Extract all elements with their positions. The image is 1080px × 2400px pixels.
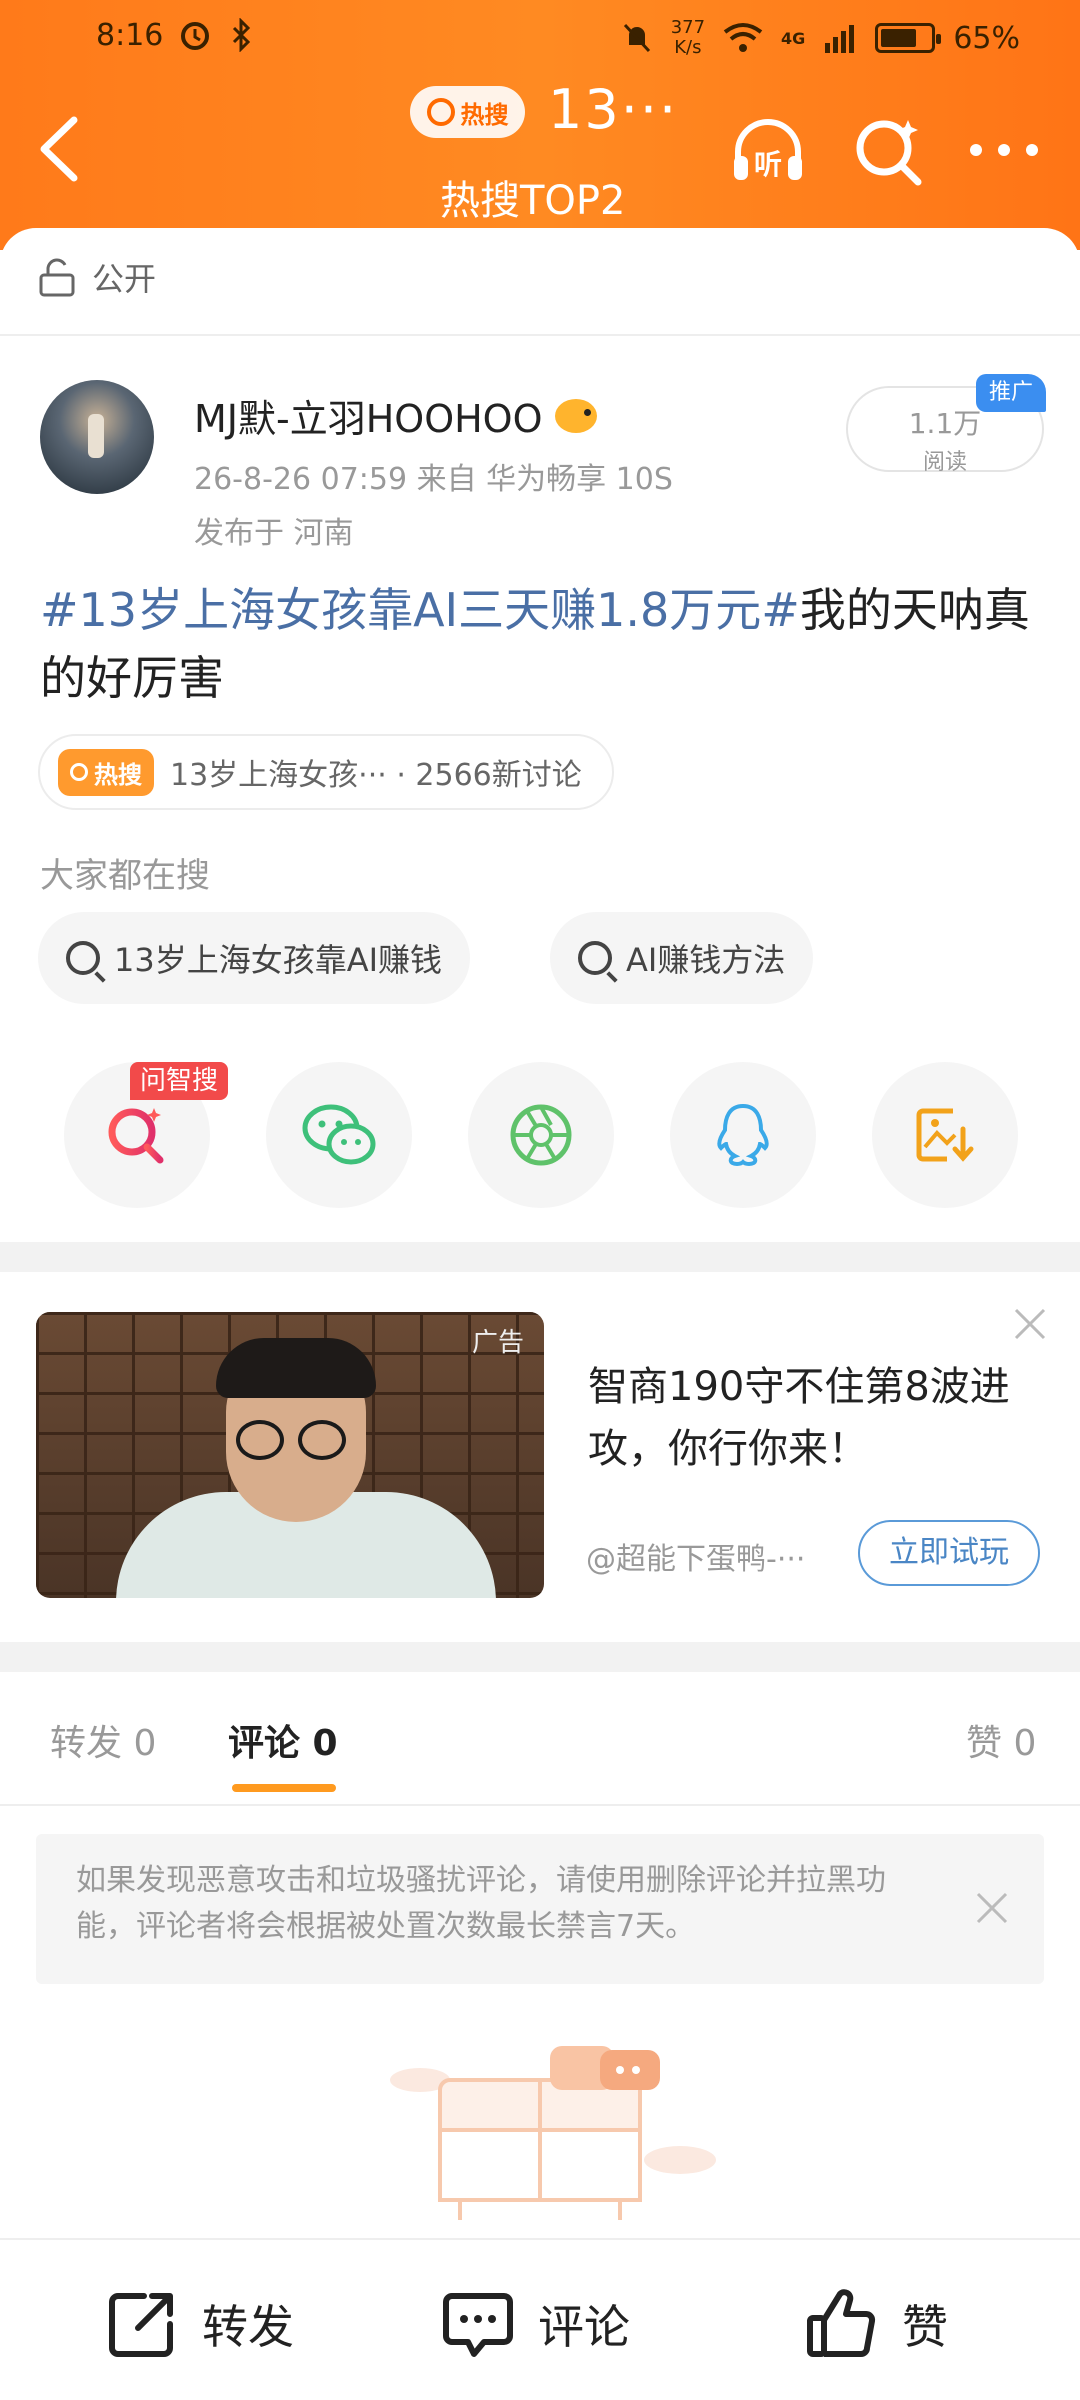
hashtag-link[interactable]: #13岁上海女孩靠AI三天赚1.8万元# [40,583,800,637]
status-time: 8:16 [96,18,164,53]
tab-like[interactable]: 赞 0 [966,1714,1036,1766]
wechat-icon [302,1104,376,1165]
listen-button[interactable]: 听 [726,108,810,192]
post-text: #13岁上海女孩靠AI三天赚1.8万元#我的天呐真的好厉害 [40,576,1040,712]
hot-topic-chip[interactable]: 热搜 13岁上海女孩··· · 2566新讨论 [38,734,614,810]
hot-search-icon [426,98,455,126]
thumbs-up-icon [807,2289,876,2357]
post-location: 发布于 河南 [194,516,354,551]
hot-search-icon [70,763,88,781]
promo-badge[interactable]: 推广 [976,374,1046,412]
back-arrow-icon[interactable] [30,112,90,186]
ad-title[interactable]: 智商190守不住第8波进攻，你行你来！ [588,1356,1038,1480]
visibility-indicator: 公开 [38,254,156,300]
like-button[interactable]: 赞 [804,2286,948,2362]
divider [0,1804,1080,1806]
hot-search-tag: 热搜 [58,748,154,796]
everyone-searching-label: 大家都在搜 [40,856,210,896]
ad-image[interactable]: 广告 [36,1312,544,1598]
svg-text:听: 听 [754,148,782,181]
comment-button[interactable]: 评论 [440,2286,630,2362]
search-icon [66,941,100,975]
qq-icon [717,1103,769,1167]
header-title[interactable]: 13··· [548,78,678,141]
unlock-icon [39,258,75,297]
search-suggestion[interactable]: 13岁上海女孩靠AI赚钱 [38,912,471,1004]
hot-search-pill[interactable]: 热搜 [410,86,525,138]
share-qq-button[interactable] [670,1062,816,1208]
moments-icon [510,1104,572,1166]
ad-author[interactable]: @超能下蛋鸭-··· [586,1534,805,1578]
top-header: 8:16 377 K/s 4G 65% 热搜 13··· 热搜TOP2 听 [0,0,1080,250]
empty-comments-illustration [390,2046,716,2220]
tab-comment[interactable]: 评论 0 [228,1714,338,1766]
save-image-button[interactable] [872,1062,1018,1208]
bluetooth-icon [232,18,251,52]
section-separator [0,1242,1080,1272]
ad-label: 广告 [471,1328,524,1358]
fish-badge-icon [554,398,597,433]
search-icon [578,941,612,975]
more-options-icon[interactable] [962,108,1046,192]
alarm-icon [181,22,209,50]
active-tab-indicator [232,1784,336,1792]
divider [0,334,1080,336]
headphones-icon: 听 [734,119,802,181]
bottom-action-bar: 转发 评论 赞 [0,2238,1080,2400]
net-speed: 377 K/s [670,17,706,58]
mute-bell-icon [623,23,650,53]
network-type: 4G [781,28,806,48]
header-subtitle[interactable]: 热搜TOP2 [440,168,626,226]
avatar[interactable] [40,380,154,494]
section-separator [0,1642,1080,1672]
search-suggestion[interactable]: AI赚钱方法 [550,912,814,1004]
close-icon[interactable] [1010,1304,1050,1344]
wifi-icon [723,23,763,52]
share-moments-button[interactable] [468,1062,614,1208]
battery-percent: 65% [953,20,1020,56]
wenzhisou-badge: 问智搜 [130,1062,229,1100]
try-now-button[interactable]: 立即试玩 [858,1520,1040,1586]
search-icon[interactable] [846,108,930,192]
signal-icon [825,25,855,53]
battery-icon [875,23,942,53]
status-bar: 8:16 377 K/s 4G 65% [0,18,1080,62]
wenzhisou-search-icon [108,1108,164,1164]
repost-button[interactable]: 转发 [104,2286,294,2362]
share-wechat-button[interactable] [266,1062,412,1208]
comment-notice: 如果发现恶意攻击和垃圾骚扰评论，请使用删除评论并拉黑功能，评论者将会根据被处置次… [36,1834,1044,1984]
save-image-icon [916,1108,974,1162]
tab-repost[interactable]: 转发 0 [50,1714,156,1766]
comment-icon [443,2293,513,2357]
author-name[interactable]: MJ默-立羽HOOHOO [194,388,597,443]
post-time-source: 26-8-26 07:59 来自 华为畅享 10S [194,462,673,497]
repost-icon [109,2293,173,2357]
close-icon[interactable] [974,1890,1010,1926]
